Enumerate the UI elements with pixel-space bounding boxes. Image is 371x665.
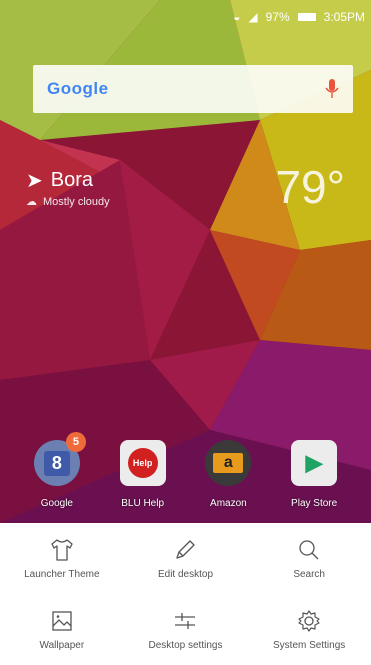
edit-desktop-label: Edit desktop xyxy=(157,568,214,580)
battery-percent: 97% xyxy=(265,10,290,24)
search-button[interactable]: Search xyxy=(247,523,371,593)
amazon-app-icon[interactable]: a xyxy=(205,440,252,486)
app-label-play-store: Play Store xyxy=(291,498,338,509)
app-dock: 8 5 Google Help BLU Help a Amazon ▶ Play… xyxy=(0,432,371,524)
launcher-theme-label: Launcher Theme xyxy=(24,568,100,580)
google-logo: Google xyxy=(47,79,109,98)
app-play-store[interactable]: ▶ Play Store xyxy=(274,440,354,524)
weather-city: Bora xyxy=(50,169,94,191)
weather-temperature[interactable]: 79° xyxy=(275,160,345,214)
system-settings-label: System Settings xyxy=(273,639,346,651)
play-store-app-icon[interactable]: ▶ xyxy=(291,440,338,486)
desktop-settings-button[interactable]: Desktop settings xyxy=(124,593,248,665)
desktop-settings-label: Desktop settings xyxy=(148,639,223,651)
wallpaper-label: Wallpaper xyxy=(39,639,85,651)
edit-desktop-button[interactable]: Edit desktop xyxy=(124,523,248,593)
app-google[interactable]: 8 5 Google xyxy=(17,432,97,524)
weather-condition: Mostly cloudy xyxy=(43,195,110,208)
sliders-icon xyxy=(175,612,196,629)
wifi-icon: ◒ xyxy=(233,10,241,24)
tshirt-icon xyxy=(51,538,73,561)
app-amazon[interactable]: a Amazon xyxy=(188,440,268,524)
cloud-icon: ☁ xyxy=(26,196,37,208)
status-bar: ◒ ◢ 97% 3:05PM xyxy=(0,0,371,34)
clock: 3:05PM xyxy=(323,10,365,24)
google-app-glyph: 8 xyxy=(43,450,70,476)
app-blu-help[interactable]: Help BLU Help xyxy=(103,440,183,524)
google-search-bar[interactable]: Google xyxy=(33,65,353,113)
app-label-amazon: Amazon xyxy=(210,498,247,509)
signal-icon: ◢ xyxy=(248,10,258,24)
pencil-icon xyxy=(176,539,196,559)
app-label-blu-help: BLU Help xyxy=(121,498,165,509)
search-icon xyxy=(299,539,319,559)
search-label: Search xyxy=(293,568,325,580)
amazon-app-glyph: a xyxy=(213,453,244,473)
play-store-app-glyph: ▶ xyxy=(305,450,323,475)
launcher-options-menu: Launcher Theme Edit desktop Search Wallp… xyxy=(0,523,371,665)
wallpaper-button[interactable]: Wallpaper xyxy=(0,593,124,665)
blu-help-app-icon[interactable]: Help xyxy=(119,440,166,486)
app-label-google: Google xyxy=(40,498,73,509)
system-settings-button[interactable]: System Settings xyxy=(247,593,371,665)
battery-icon xyxy=(297,13,316,21)
google-app-icon[interactable]: 8 5 xyxy=(33,432,86,486)
notification-badge: 5 xyxy=(65,432,86,452)
blu-help-app-glyph: Help xyxy=(127,448,158,478)
image-icon xyxy=(52,610,72,631)
microphone-icon[interactable] xyxy=(325,78,339,100)
gear-icon xyxy=(298,609,320,632)
location-arrow-icon: ➤ xyxy=(26,170,43,192)
weather-widget[interactable]: ➤ Bora ☁ Mostly cloudy xyxy=(26,168,110,208)
launcher-theme-button[interactable]: Launcher Theme xyxy=(0,523,124,593)
